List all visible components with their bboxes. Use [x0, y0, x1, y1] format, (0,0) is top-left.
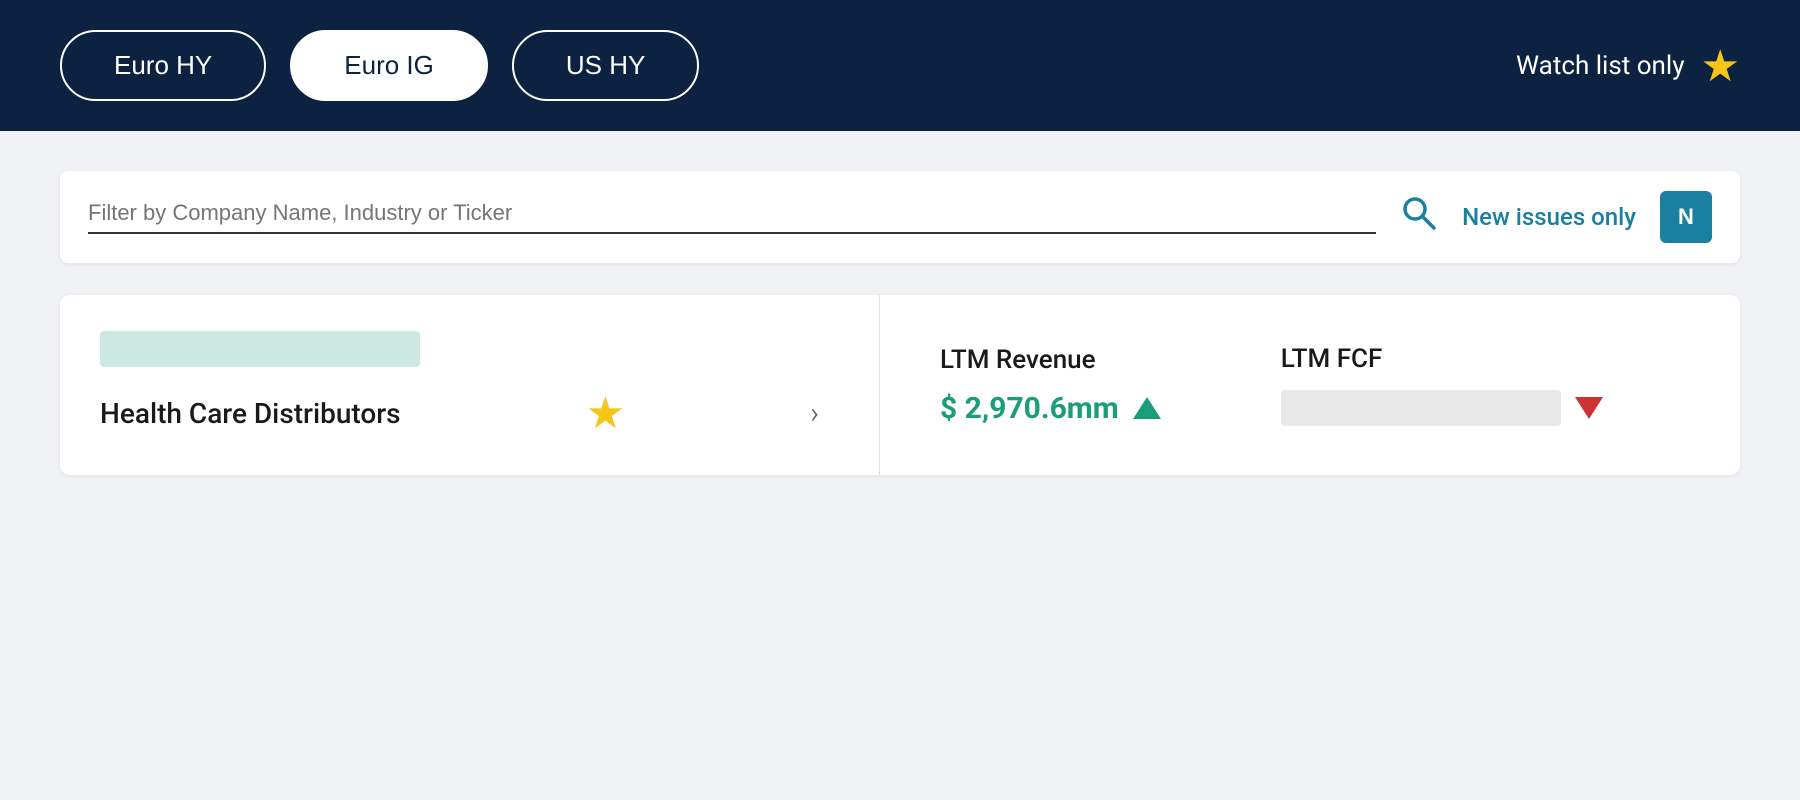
- card-left-inner: Health Care Distributors ★ ›: [100, 387, 839, 439]
- ltm-fcf-bar: [1281, 390, 1561, 426]
- new-issues-label[interactable]: New issues only: [1462, 203, 1636, 231]
- ltm-revenue-label: LTM Revenue: [940, 345, 1161, 375]
- ltm-fcf-label: LTM FCF: [1281, 344, 1603, 374]
- watchlist-section: Watch list only ★: [1516, 40, 1740, 92]
- tab-euro-ig[interactable]: Euro IG: [290, 30, 488, 101]
- header: Euro HY Euro IG US HY Watch list only ★: [0, 0, 1800, 131]
- card-star-icon[interactable]: ★: [586, 387, 625, 439]
- company-name-bar: [100, 331, 420, 367]
- metric-ltm-fcf: LTM FCF: [1281, 344, 1603, 426]
- search-input[interactable]: [88, 200, 1376, 234]
- tab-us-hy[interactable]: US HY: [512, 30, 699, 101]
- watchlist-star-icon[interactable]: ★: [1701, 40, 1740, 92]
- card-chevron-icon[interactable]: ›: [810, 396, 819, 431]
- search-icon[interactable]: [1400, 194, 1438, 241]
- card-right-section: LTM Revenue $ 2,970.6mm LTM FCF: [880, 295, 1740, 475]
- main-content: New issues only N Health Care Distributo…: [0, 131, 1800, 515]
- ltm-revenue-value-row: $ 2,970.6mm: [940, 391, 1161, 426]
- revenue-trend-up-icon: [1133, 397, 1161, 419]
- card-left-section: Health Care Distributors ★ ›: [60, 295, 880, 475]
- card-industry: Health Care Distributors: [100, 397, 401, 430]
- ltm-revenue-value: $ 2,970.6mm: [940, 391, 1119, 426]
- metric-ltm-revenue: LTM Revenue $ 2,970.6mm: [940, 345, 1161, 426]
- fcf-trend-down-icon: [1575, 397, 1603, 419]
- watchlist-label: Watch list only: [1516, 51, 1685, 81]
- search-bar: New issues only N: [60, 171, 1740, 263]
- company-card: Health Care Distributors ★ › LTM Revenue…: [60, 295, 1740, 475]
- new-issues-button[interactable]: N: [1660, 191, 1712, 243]
- tab-euro-hy[interactable]: Euro HY: [60, 30, 266, 101]
- ltm-fcf-value-row: [1281, 390, 1603, 426]
